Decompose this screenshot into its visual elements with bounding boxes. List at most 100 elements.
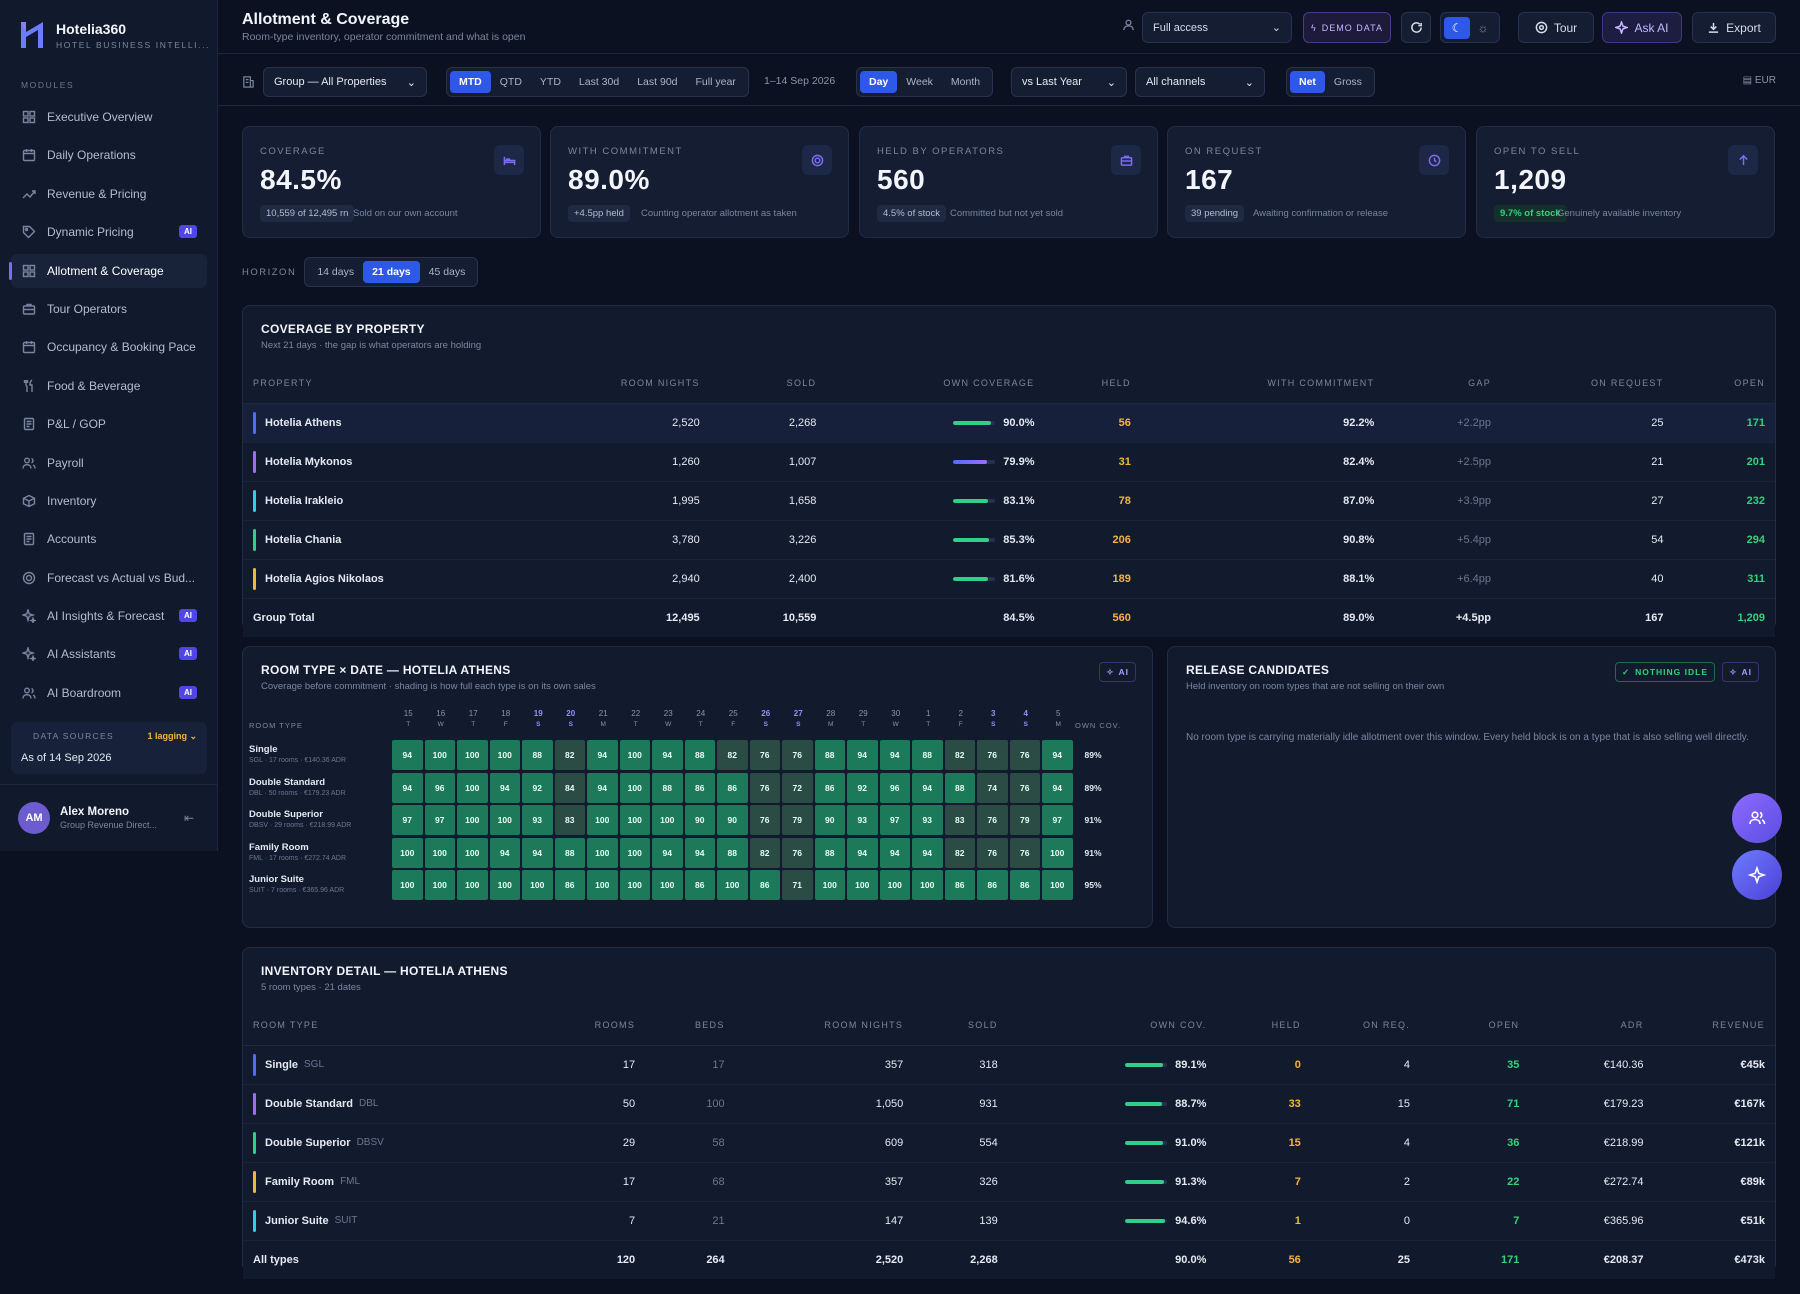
period-ytd[interactable]: YTD <box>531 71 570 93</box>
kpi-coverage[interactable]: COVERAGE 84.5% 10,559 of 12,495 rn Sold … <box>242 126 541 238</box>
column-header[interactable]: OWN COV. <box>1007 1005 1217 1046</box>
kpi-on-request[interactable]: ON REQUEST 167 39 pending Awaiting confi… <box>1167 126 1466 238</box>
ask-ai-fab[interactable] <box>1732 850 1782 900</box>
grain-day[interactable]: Day <box>860 71 898 93</box>
sun-icon[interactable]: ☼ <box>1470 21 1496 35</box>
period-mtd[interactable]: MTD <box>450 71 491 93</box>
heatmap-cell[interactable]: 86 <box>717 772 748 803</box>
column-header[interactable]: ROOMS <box>520 1005 646 1046</box>
table-row[interactable]: Hotelia Agios Nikolaos 2,940 2,400 81.6%… <box>243 559 1775 599</box>
sidebar-item-food-beverage[interactable]: Food & Beverage <box>11 369 207 403</box>
heatmap-cell[interactable]: 93 <box>847 805 878 835</box>
heatmap-cell[interactable]: 100 <box>457 837 488 868</box>
column-header[interactable]: OPEN <box>1673 363 1775 404</box>
sidebar-item-ai-boardroom[interactable]: AI Boardroom AI <box>11 676 207 710</box>
heatmap-cell[interactable]: 71 <box>782 870 813 900</box>
sidebar-item-p-l-gop[interactable]: P&L / GOP <box>11 407 207 441</box>
heatmap-cell[interactable]: 94 <box>879 740 910 770</box>
heatmap-cell[interactable]: 76 <box>749 740 780 770</box>
heatmap-cell[interactable]: 97 <box>879 805 910 835</box>
table-row[interactable]: Family Room FML 17 68 357 326 91.3% 7 2 2… <box>243 1162 1775 1202</box>
grain-month[interactable]: Month <box>942 71 989 93</box>
heatmap-cell[interactable]: 76 <box>749 805 780 835</box>
mode-gross[interactable]: Gross <box>1325 71 1371 93</box>
heatmap-cell[interactable]: 76 <box>977 837 1008 868</box>
heatmap-cell[interactable]: 82 <box>944 740 975 770</box>
kpi-held-by-operators[interactable]: HELD BY OPERATORS 560 4.5% of stock Comm… <box>859 126 1158 238</box>
horizon-45-days[interactable]: 45 days <box>420 261 475 283</box>
heatmap-cell[interactable]: 82 <box>717 740 748 770</box>
heatmap-cell[interactable]: 76 <box>1009 772 1040 803</box>
data-sources-panel[interactable]: DATA SOURCES 1 lagging ⌄ As of 14 Sep 202… <box>11 722 207 774</box>
table-row[interactable]: Hotelia Irakleio 1,995 1,658 83.1% 78 87… <box>243 481 1775 521</box>
kpi-open-to-sell[interactable]: OPEN TO SELL 1,209 9.7% of stock Genuine… <box>1476 126 1775 238</box>
heatmap-cell[interactable]: 76 <box>1009 740 1040 770</box>
compare-select[interactable]: vs Last Year ⌄ <box>1011 67 1127 97</box>
heatmap-cell[interactable]: 92 <box>847 772 878 803</box>
heatmap-cell[interactable]: 100 <box>1042 870 1073 900</box>
heatmap-cell[interactable]: 96 <box>879 772 910 803</box>
heatmap-cell[interactable]: 94 <box>522 837 553 868</box>
sidebar-item-ai-insights-forecast[interactable]: AI Insights & Forecast AI <box>11 599 207 633</box>
heatmap-cell[interactable]: 88 <box>944 772 975 803</box>
heatmap-cell[interactable]: 100 <box>457 740 488 770</box>
heatmap-cell[interactable]: 86 <box>977 870 1008 900</box>
heatmap-cell[interactable]: 100 <box>652 805 683 835</box>
table-row[interactable]: Hotelia Athens 2,520 2,268 90.0% 56 92.2… <box>243 403 1775 443</box>
heatmap-cell[interactable]: 100 <box>587 837 618 868</box>
sidebar-item-accounts[interactable]: Accounts <box>11 522 207 556</box>
heatmap-cell[interactable]: 88 <box>684 740 715 770</box>
heatmap-cell[interactable]: 88 <box>814 837 845 868</box>
heatmap-cell[interactable]: 94 <box>912 772 943 803</box>
heatmap-cell[interactable]: 100 <box>879 870 910 900</box>
heatmap-cell[interactable]: 76 <box>782 740 813 770</box>
heatmap-cell[interactable]: 74 <box>977 772 1008 803</box>
heatmap-cell[interactable]: 76 <box>1009 837 1040 868</box>
theme-toggle[interactable]: ☾ ☼ <box>1440 12 1500 43</box>
heatmap-cell[interactable]: 100 <box>392 870 423 900</box>
column-header[interactable]: ROOM NIGHTS <box>577 363 710 404</box>
brand[interactable]: Hotelia360 HOTEL BUSINESS INTELLI... <box>0 0 217 52</box>
heatmap-cell[interactable]: 94 <box>879 837 910 868</box>
heatmap-cell[interactable]: 86 <box>944 870 975 900</box>
heatmap-cell[interactable]: 100 <box>424 740 455 770</box>
heatmap-cell[interactable]: 100 <box>1042 837 1073 868</box>
heatmap-cell[interactable]: 94 <box>1042 740 1073 770</box>
property-select[interactable]: Group — All Properties ⌄ <box>263 67 427 97</box>
heatmap-cell[interactable]: 86 <box>554 870 585 900</box>
heatmap-cell[interactable]: 86 <box>749 870 780 900</box>
heatmap-cell[interactable]: 100 <box>457 772 488 803</box>
sidebar-item-payroll[interactable]: Payroll <box>11 446 207 480</box>
heatmap-cell[interactable]: 88 <box>814 740 845 770</box>
column-header[interactable]: OPEN <box>1420 1005 1530 1046</box>
heatmap-cell[interactable]: 100 <box>652 870 683 900</box>
assistants-fab[interactable] <box>1732 793 1782 843</box>
heatmap-cell[interactable]: 100 <box>489 740 520 770</box>
table-row[interactable]: Double Standard DBL 50 100 1,050 931 88.7… <box>243 1084 1775 1124</box>
column-header[interactable]: ROOM TYPE <box>243 1005 521 1046</box>
period-last-30d[interactable]: Last 30d <box>570 71 628 93</box>
horizon-21-days[interactable]: 21 days <box>363 261 420 283</box>
table-row[interactable]: Hotelia Chania 3,780 3,226 85.3% 206 90.… <box>243 520 1775 560</box>
tour-button[interactable]: Tour <box>1518 12 1594 43</box>
heatmap-cell[interactable]: 82 <box>554 740 585 770</box>
sidebar-item-forecast-vs-actual-vs-bud[interactable]: Forecast vs Actual vs Bud... <box>11 561 207 595</box>
column-header[interactable]: OWN COVERAGE <box>826 363 1045 404</box>
sidebar-item-revenue-pricing[interactable]: Revenue & Pricing <box>11 177 207 211</box>
heatmap-cell[interactable]: 100 <box>457 805 488 835</box>
column-header[interactable]: WITH COMMITMENT <box>1140 363 1385 404</box>
heatmap-cell[interactable]: 93 <box>522 805 553 835</box>
sidebar-item-allotment-coverage[interactable]: Allotment & Coverage <box>9 253 207 288</box>
heatmap-cell[interactable]: 100 <box>912 870 943 900</box>
heatmap-cell[interactable]: 100 <box>392 837 423 868</box>
column-header[interactable]: SOLD <box>913 1005 1008 1046</box>
heatmap-cell[interactable]: 100 <box>619 772 650 803</box>
heatmap-cell[interactable]: 90 <box>814 805 845 835</box>
column-header[interactable]: ADR <box>1529 1005 1654 1046</box>
user-profile[interactable]: AM Alex Moreno Group Revenue Direct... ⇤ <box>0 784 218 851</box>
logout-icon[interactable]: ⇤ <box>184 811 194 825</box>
period-full-year[interactable]: Full year <box>687 71 745 93</box>
heatmap-cell[interactable]: 94 <box>587 772 618 803</box>
heatmap-cell[interactable]: 94 <box>392 772 423 803</box>
heatmap-cell[interactable]: 100 <box>717 870 748 900</box>
